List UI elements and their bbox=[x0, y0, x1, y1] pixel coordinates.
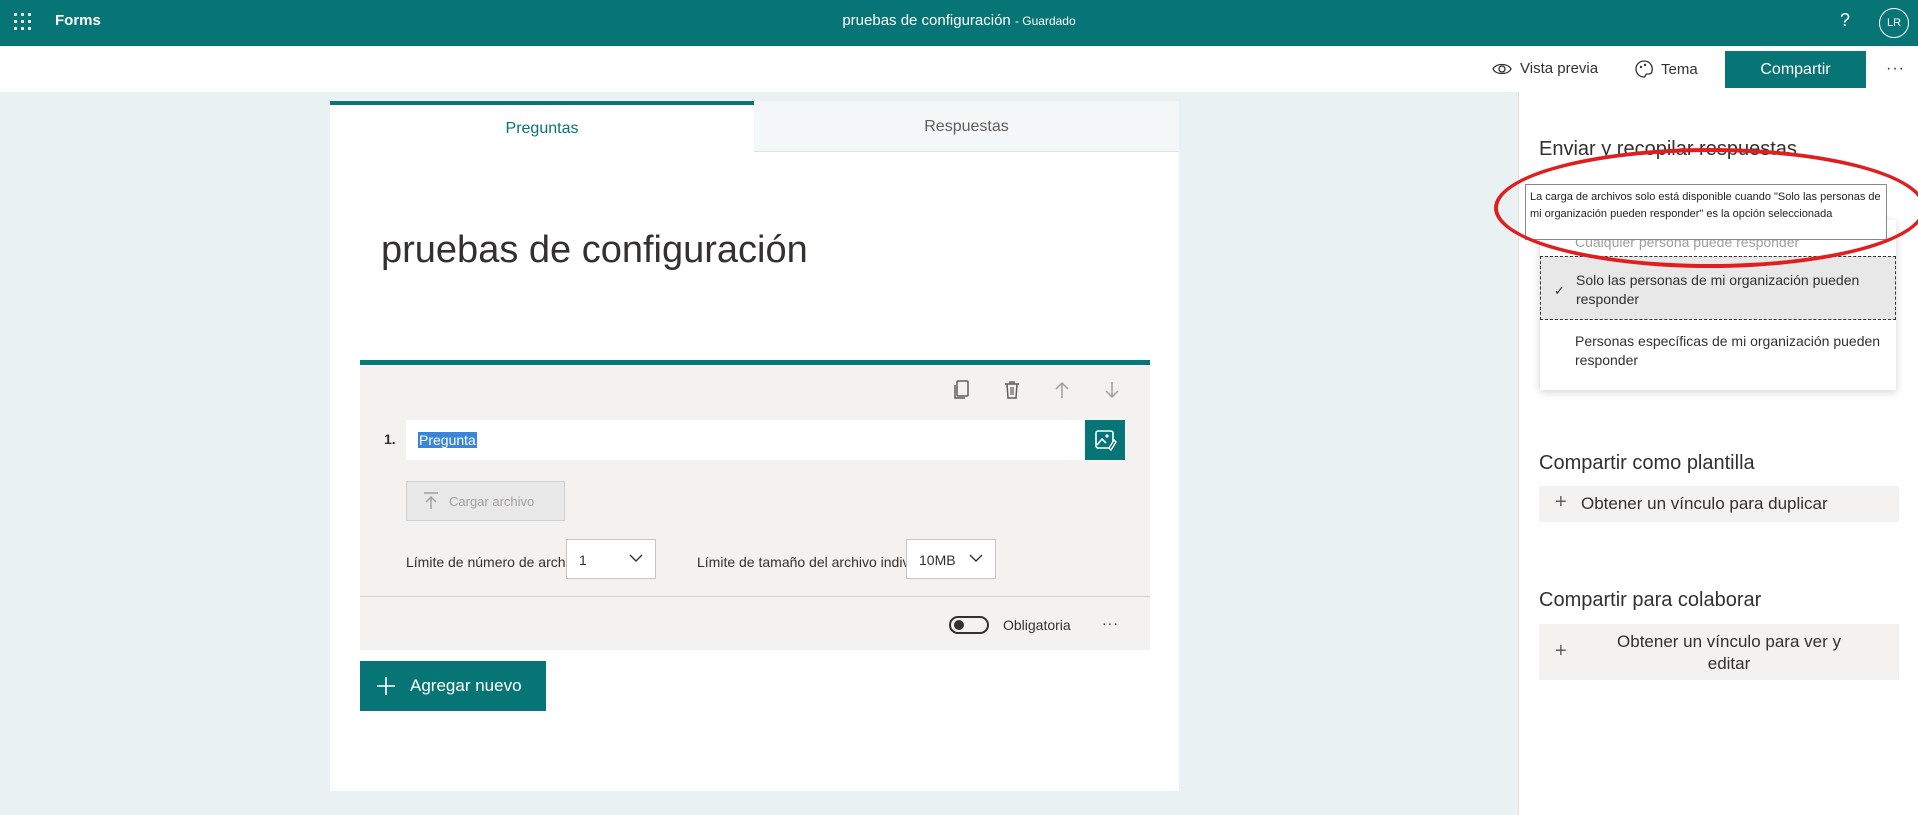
plus-icon: + bbox=[1555, 491, 1567, 513]
form-title[interactable]: pruebas de configuración bbox=[381, 229, 808, 272]
image-edit-icon bbox=[1095, 430, 1117, 452]
file-count-value: 1 bbox=[579, 552, 587, 568]
document-title: pruebas de configuración - Guardado bbox=[0, 12, 1918, 29]
question-more-button[interactable]: ··· bbox=[1102, 615, 1119, 631]
eye-icon bbox=[1492, 63, 1512, 74]
collaborate-link-label: Obtener un vínculo para ver y editar bbox=[1617, 632, 1841, 673]
upload-icon bbox=[424, 492, 438, 509]
option-specific-people[interactable]: Personas específicas de mi organización … bbox=[1575, 332, 1885, 370]
template-heading: Compartir como plantilla bbox=[1539, 452, 1755, 474]
annotation-ellipse bbox=[1494, 148, 1918, 268]
required-label: Obligatoria bbox=[1003, 617, 1071, 633]
checkmark-icon: ✓ bbox=[1554, 283, 1565, 298]
chevron-down-icon bbox=[969, 554, 983, 562]
required-toggle[interactable] bbox=[949, 616, 989, 634]
add-new-button[interactable]: Agregar nuevo bbox=[360, 661, 546, 711]
file-size-dropdown[interactable]: 10MB bbox=[906, 539, 996, 579]
duplicate-link-label: Obtener un vínculo para duplicar bbox=[1581, 494, 1828, 513]
theme-label: Tema bbox=[1661, 60, 1698, 78]
share-button[interactable]: Compartir bbox=[1725, 51, 1866, 88]
tab-responses[interactable]: Respuestas bbox=[754, 101, 1179, 152]
chevron-down-icon bbox=[629, 554, 643, 562]
move-down-icon[interactable] bbox=[1102, 379, 1122, 401]
move-up-icon[interactable] bbox=[1052, 379, 1072, 401]
collaborate-link-button[interactable]: + Obtener un vínculo para ver y editar bbox=[1539, 624, 1899, 680]
delete-icon[interactable] bbox=[1002, 379, 1022, 401]
avatar[interactable]: LR bbox=[1879, 8, 1909, 38]
question-text-input[interactable]: Pregunta bbox=[406, 420, 1084, 460]
copy-icon[interactable] bbox=[952, 379, 972, 401]
save-status: - Guardado bbox=[1014, 14, 1076, 28]
file-size-value: 10MB bbox=[919, 552, 956, 568]
palette-icon bbox=[1635, 60, 1653, 78]
add-new-label: Agregar nuevo bbox=[410, 676, 522, 695]
question-text: Pregunta bbox=[418, 432, 477, 448]
command-bar: Vista previa Tema bbox=[0, 46, 1918, 92]
document-title-text: pruebas de configuración bbox=[842, 12, 1011, 29]
divider bbox=[360, 596, 1150, 597]
preview-button[interactable]: Vista previa bbox=[1492, 60, 1598, 77]
file-count-dropdown[interactable]: 1 bbox=[566, 539, 656, 579]
more-options-button[interactable]: ··· bbox=[1886, 60, 1905, 78]
duplicate-link-button[interactable]: + Obtener un vínculo para duplicar bbox=[1539, 486, 1899, 522]
question-number: 1. bbox=[384, 431, 396, 447]
form-editor-card: Preguntas Respuestas pruebas de configur… bbox=[330, 101, 1179, 791]
upload-file-button[interactable]: Cargar archivo bbox=[406, 481, 565, 521]
top-bar: Forms pruebas de configuración - Guardad… bbox=[0, 0, 1918, 46]
option-organization-only-label: Solo las personas de mi organización pue… bbox=[1576, 272, 1860, 307]
preview-label: Vista previa bbox=[1520, 60, 1599, 77]
question-card[interactable]: 1. Pregunta Cargar archivo Límite de núm… bbox=[360, 360, 1150, 650]
upload-file-label: Cargar archivo bbox=[449, 493, 535, 509]
plus-icon bbox=[377, 677, 395, 695]
insert-media-button[interactable] bbox=[1085, 420, 1125, 460]
help-icon[interactable]: ? bbox=[1840, 10, 1850, 31]
plus-icon: + bbox=[1555, 640, 1567, 662]
collaborate-heading: Compartir para colaborar bbox=[1539, 589, 1762, 611]
theme-button[interactable]: Tema bbox=[1635, 60, 1698, 78]
tab-questions[interactable]: Preguntas bbox=[330, 101, 754, 152]
